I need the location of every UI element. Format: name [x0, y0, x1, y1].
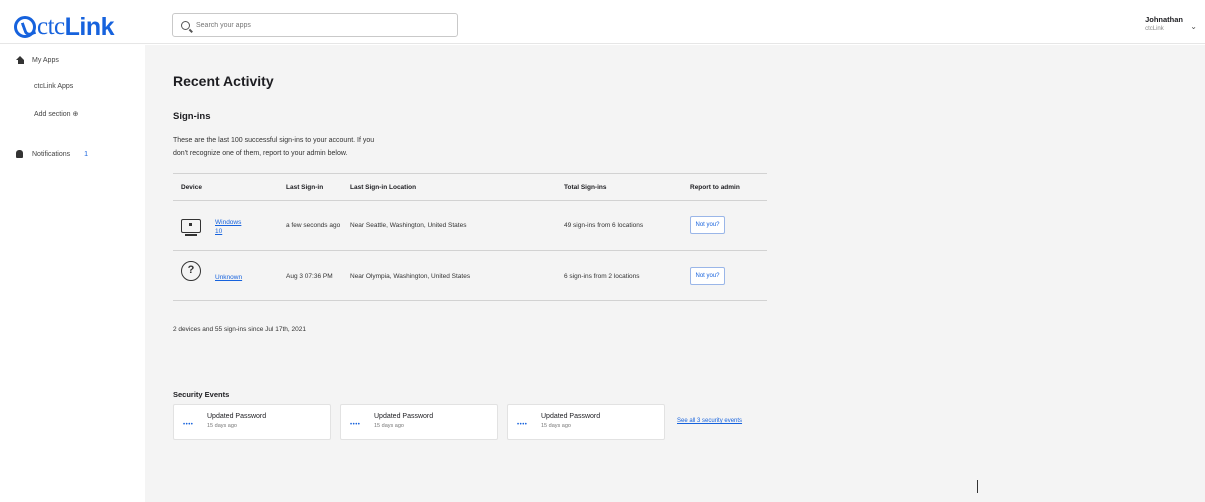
sidebar: My Apps ctcLink Apps Add section ⊕ Notif… [0, 45, 145, 502]
security-event-card[interactable]: •••• Updated Password 15 days ago [340, 404, 498, 440]
location-cell: Near Olympia, Washington, United States [350, 273, 471, 280]
search-input[interactable] [196, 21, 436, 29]
sidebar-item-notifications[interactable]: Notifications 1 [16, 150, 88, 158]
monitor-icon [181, 219, 201, 233]
security-event-label: Updated Password [374, 413, 434, 420]
table-header-row: Device Last Sign-in Last Sign-in Locatio… [173, 173, 767, 201]
last-signin-cell: a few seconds ago [286, 222, 341, 229]
table-row: ? Unknown Aug 3 07:36 PM Near Olympia, W… [173, 251, 767, 301]
chevron-down-icon[interactable]: ⌄ [1190, 22, 1197, 31]
search-icon [181, 20, 190, 30]
security-event-time: 15 days ago [374, 423, 404, 429]
column-header-total: Total Sign-ins [564, 184, 607, 191]
security-event-time: 15 days ago [541, 423, 571, 429]
security-events-title: Security Events [173, 390, 230, 399]
question-icon: ? [181, 261, 201, 281]
security-event-label: Updated Password [541, 413, 601, 420]
column-header-last-signin: Last Sign-in [286, 184, 324, 191]
search-box[interactable] [172, 13, 458, 37]
signins-section-title: Sign-ins [173, 111, 211, 122]
device-link-line: 10 [215, 228, 223, 235]
sidebar-item-label: ctcLink Apps [34, 83, 74, 90]
signins-summary: 2 devices and 55 sign-ins since Jul 17th… [173, 326, 306, 333]
password-dots-icon: •••• [183, 422, 194, 428]
logo-text-link: Link [64, 12, 115, 41]
signins-description-line: These are the last 100 successful sign-i… [173, 137, 375, 144]
password-dots-icon: •••• [350, 422, 361, 428]
device-link-windows[interactable]: Windows 10 [215, 218, 241, 236]
main-content: Recent Activity Sign-ins These are the l… [145, 45, 1205, 502]
notification-count-badge: 1 [84, 150, 89, 158]
total-signins-cell: 6 sign-ins from 2 locations [564, 273, 640, 280]
home-icon [16, 56, 25, 64]
sidebar-item-label: Notifications [32, 150, 71, 158]
user-name: Johnathan [1145, 15, 1183, 24]
top-strip [0, 0, 1205, 8]
column-header-report: Report to admin [690, 184, 740, 191]
sidebar-item-my-apps[interactable]: My Apps [16, 56, 59, 64]
column-header-device: Device [181, 184, 202, 191]
signins-description: These are the last 100 successful sign-i… [173, 134, 493, 160]
not-you-button[interactable]: Not you? [690, 267, 725, 285]
security-event-label: Updated Password [207, 413, 267, 420]
security-event-time: 15 days ago [207, 423, 237, 429]
table-row: Windows 10 a few seconds ago Near Seattl… [173, 201, 767, 251]
bell-icon [16, 150, 23, 158]
column-header-location: Last Sign-in Location [350, 184, 417, 191]
logo-text-ctc: ctc [37, 13, 65, 40]
location-cell: Near Seattle, Washington, United States [350, 222, 467, 229]
signins-table: Device Last Sign-in Last Sign-in Locatio… [173, 173, 767, 301]
device-link-line: Windows [215, 219, 242, 226]
user-org: ctcLink [1145, 26, 1164, 32]
sidebar-item-ctclink-apps[interactable]: ctcLink Apps [34, 83, 73, 90]
not-you-button[interactable]: Not you? [690, 216, 725, 234]
mouse-cursor-icon [977, 480, 987, 493]
sidebar-item-label: Add section ⊕ [34, 111, 79, 118]
password-dots-icon: •••• [517, 422, 528, 428]
security-event-card[interactable]: •••• Updated Password 15 days ago [173, 404, 331, 440]
signins-description-line: don't recognize one of them, report to y… [173, 150, 348, 157]
monitor-stand [185, 234, 197, 236]
see-all-security-events-link[interactable]: See all 3 security events [677, 418, 742, 424]
total-signins-cell: 49 sign-ins from 6 locations [564, 222, 644, 229]
ctclink-logo[interactable]: ctc Link [14, 12, 115, 42]
ctclink-logo-icon [14, 16, 36, 38]
sidebar-item-label: My Apps [32, 56, 59, 64]
sidebar-item-add-section[interactable]: Add section ⊕ [34, 110, 78, 118]
device-link-unknown[interactable]: Unknown [215, 273, 242, 282]
last-signin-cell: Aug 3 07:36 PM [286, 273, 333, 280]
security-event-card[interactable]: •••• Updated Password 15 days ago [507, 404, 665, 440]
user-menu[interactable]: Johnathan ctcLink [1145, 15, 1183, 32]
page-title: Recent Activity [173, 73, 274, 89]
app-header: ctc Link Johnathan ctcLink ⌄ [0, 8, 1205, 44]
